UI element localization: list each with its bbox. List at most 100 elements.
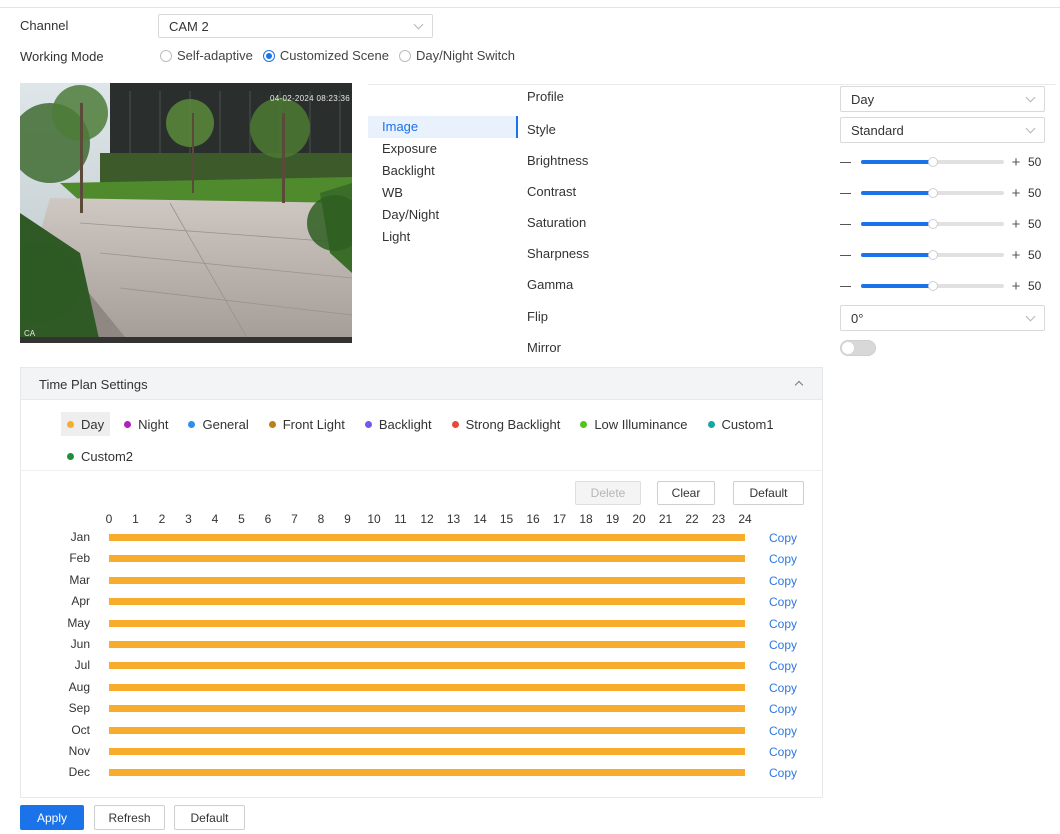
legend-item-custom2[interactable]: Custom2 [61, 444, 139, 468]
radio-self-adaptive[interactable]: Self-adaptive [160, 48, 253, 63]
refresh-button[interactable]: Refresh [94, 805, 165, 830]
legend-item-low-illuminance[interactable]: Low Illuminance [574, 412, 693, 436]
menu-item-light[interactable]: Light [368, 226, 518, 248]
channel-select[interactable]: CAM 2 [158, 14, 433, 38]
slider-label-sharpness: Sharpness [527, 246, 590, 261]
minus-icon[interactable] [840, 254, 851, 256]
copy-link[interactable]: Copy [769, 766, 797, 780]
slider-track[interactable] [861, 281, 1004, 291]
copy-link[interactable]: Copy [769, 681, 797, 695]
copy-link[interactable]: Copy [769, 617, 797, 631]
legend-item-front-light[interactable]: Front Light [263, 412, 351, 436]
slider-sharpness: +50 [840, 245, 1045, 265]
default-button[interactable]: Default [174, 805, 245, 830]
copy-link[interactable]: Copy [769, 595, 797, 609]
plan-default-button[interactable]: Default [733, 481, 804, 505]
clear-button[interactable]: Clear [657, 481, 715, 505]
toggle-knob [842, 342, 854, 354]
radio-label: Customized Scene [279, 48, 390, 63]
day-plan-bar[interactable] [109, 576, 745, 584]
slider-handle[interactable] [927, 157, 938, 167]
slider-handle[interactable] [927, 219, 938, 229]
menu-item-backlight[interactable]: Backlight [368, 160, 518, 182]
minus-icon[interactable] [840, 285, 851, 287]
day-plan-bar[interactable] [109, 748, 745, 755]
minus-icon[interactable] [840, 192, 851, 194]
plus-icon[interactable]: + [1010, 185, 1022, 202]
day-plan-bar[interactable] [109, 683, 745, 691]
copy-link[interactable]: Copy [769, 531, 797, 545]
day-plan-bar[interactable] [109, 534, 745, 541]
hour-tick-label: 10 [367, 512, 381, 526]
slider-handle[interactable] [927, 250, 938, 260]
legend-label: General [202, 416, 249, 432]
slider-brightness: +50 [840, 152, 1045, 172]
flip-select[interactable]: 0° [840, 305, 1045, 331]
menu-item-image[interactable]: Image [368, 116, 518, 138]
hour-axis: 0 1 2 3 4 5 6 7 8 9 10 11 12 13 14 15 16 17 18 19 20 21 22 23 24 [21, 512, 822, 528]
copy-link[interactable]: Copy [769, 552, 797, 566]
time-plan-header[interactable]: Time Plan Settings [21, 368, 822, 400]
day-plan-bar[interactable] [109, 726, 745, 734]
legend-item-night[interactable]: Night [118, 412, 174, 436]
chevron-up-icon[interactable] [794, 380, 804, 390]
legend-item-day[interactable]: Day [61, 412, 111, 436]
day-plan-bar[interactable] [109, 662, 745, 670]
slider-track[interactable] [861, 250, 1004, 260]
legend-item-strong-backlight[interactable]: Strong Backlight [446, 412, 567, 436]
legend-label: Front Light [282, 416, 345, 432]
plus-icon[interactable]: + [1010, 154, 1022, 171]
mirror-toggle[interactable] [840, 340, 876, 356]
legend-item-backlight[interactable]: Backlight [359, 412, 438, 436]
legend-item-custom1[interactable]: Custom1 [702, 412, 780, 436]
slider-track[interactable] [861, 157, 1004, 167]
day-plan-bar[interactable] [109, 555, 745, 563]
day-plan-bar[interactable] [109, 769, 745, 777]
delete-button[interactable]: Delete [575, 481, 641, 505]
slider-handle[interactable] [927, 188, 938, 198]
menu-item-day-night[interactable]: Day/Night [368, 204, 518, 226]
radio-circle-icon [399, 49, 412, 62]
slider-track[interactable] [861, 188, 1004, 198]
hour-tick-label: 3 [185, 512, 192, 526]
menu-item-exposure[interactable]: Exposure [368, 138, 518, 160]
radio-day-night-switch[interactable]: Day/Night Switch [399, 48, 515, 63]
day-plan-bar[interactable] [109, 598, 745, 606]
month-row-aug: Aug Copy [21, 679, 822, 696]
month-row-feb: Feb Copy [21, 550, 822, 567]
slider-label-contrast: Contrast [527, 184, 577, 199]
hour-tick-label: 14 [473, 512, 487, 526]
day-plan-bar[interactable] [109, 641, 745, 648]
hour-tick-label: 17 [552, 512, 567, 526]
month-label: Dec [68, 765, 90, 780]
day-plan-bar[interactable] [109, 619, 745, 627]
legend-item-general[interactable]: General [182, 412, 254, 436]
color-dot-icon [451, 420, 459, 428]
month-row-nov: Nov Copy [21, 743, 822, 760]
apply-button[interactable]: Apply [20, 805, 84, 830]
plus-icon[interactable]: + [1010, 247, 1022, 264]
plus-icon[interactable]: + [1010, 278, 1022, 295]
style-select[interactable]: Standard [840, 117, 1045, 143]
month-label: Mar [69, 572, 90, 587]
copy-link[interactable]: Copy [769, 745, 797, 759]
minus-icon[interactable] [840, 223, 851, 225]
chevron-down-icon [1025, 311, 1036, 321]
copy-link[interactable]: Copy [769, 574, 797, 588]
color-dot-icon [580, 420, 588, 428]
copy-link[interactable]: Copy [769, 724, 797, 738]
day-plan-bar[interactable] [109, 705, 745, 713]
copy-link[interactable]: Copy [769, 702, 797, 716]
menu-item-wb[interactable]: WB [368, 182, 518, 204]
minus-icon[interactable] [840, 161, 851, 163]
plus-icon[interactable]: + [1010, 216, 1022, 233]
slider-track[interactable] [861, 219, 1004, 229]
copy-link[interactable]: Copy [769, 659, 797, 673]
radio-customized-scene[interactable]: Customized Scene [262, 48, 390, 63]
hour-tick-label: 0 [105, 512, 113, 526]
slider-handle[interactable] [927, 281, 938, 291]
profile-select[interactable]: Day [840, 86, 1045, 112]
top-divider [0, 0, 1060, 8]
copy-link[interactable]: Copy [769, 638, 797, 652]
hour-tick-label: 24 [738, 512, 752, 526]
